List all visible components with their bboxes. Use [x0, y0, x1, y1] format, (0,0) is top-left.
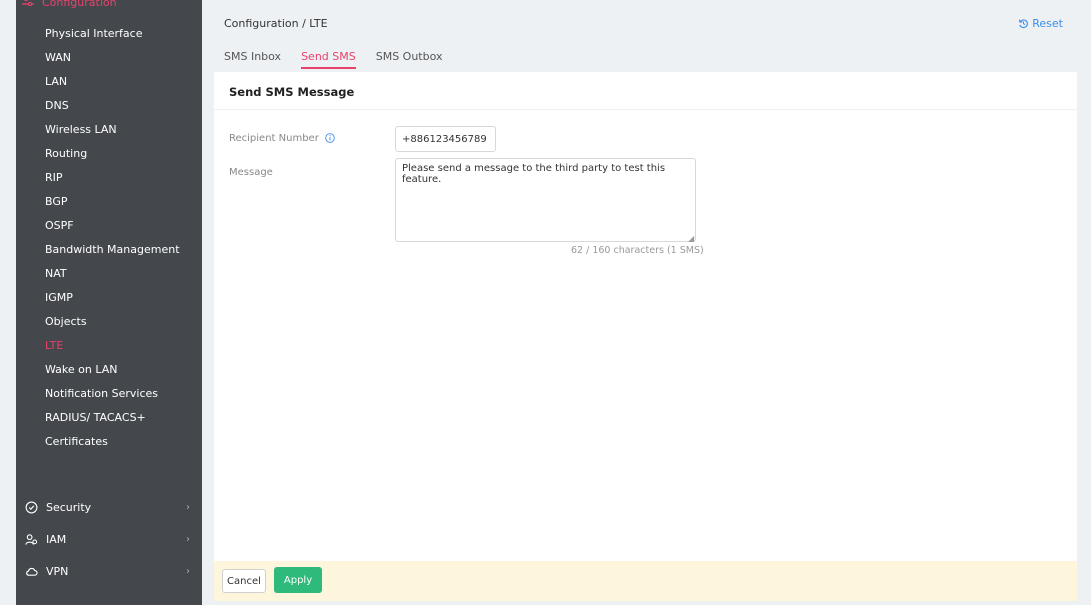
apply-button[interactable]: Apply: [274, 567, 322, 593]
sidebar-item-bgp[interactable]: BGP: [16, 190, 202, 214]
cancel-button[interactable]: Cancel: [222, 569, 266, 593]
divider: [214, 109, 1077, 110]
sliders-icon: [22, 0, 34, 7]
sidebar-section-label: Configuration: [42, 0, 117, 9]
page-header: Configuration / LTE Reset SMS Inbox Send…: [214, 0, 1077, 70]
reset-label: Reset: [1032, 17, 1063, 30]
chevron-right-icon: ›: [186, 534, 190, 545]
sidebar-item-lte[interactable]: LTE: [16, 334, 202, 358]
sidebar-item-lan[interactable]: LAN: [16, 70, 202, 94]
sidebar-item-rip[interactable]: RIP: [16, 166, 202, 190]
message-textarea[interactable]: Please send a message to the third party…: [395, 158, 696, 242]
users-icon: [25, 533, 38, 545]
sidebar-item-igmp[interactable]: IGMP: [16, 286, 202, 310]
character-count: 62 / 160 characters (1 SMS): [571, 245, 704, 256]
tab-sms-outbox[interactable]: SMS Outbox: [376, 50, 443, 69]
sidebar-section-label: VPN: [46, 564, 69, 578]
sidebar-item-routing[interactable]: Routing: [16, 142, 202, 166]
sidebar-submenu: Physical Interface WAN LAN DNS Wireless …: [16, 22, 202, 454]
sidebar-item-objects[interactable]: Objects: [16, 310, 202, 334]
tab-sms-inbox[interactable]: SMS Inbox: [224, 50, 281, 69]
info-icon[interactable]: [325, 133, 335, 143]
sidebar-item-notification-services[interactable]: Notification Services: [16, 382, 202, 406]
sidebar-item-ospf[interactable]: OSPF: [16, 214, 202, 238]
chevron-right-icon: ›: [186, 566, 190, 577]
sidebar: Configuration Physical Interface WAN LAN…: [16, 0, 202, 605]
sidebar-section-configuration[interactable]: Configuration: [16, 0, 202, 18]
recipient-number-label: Recipient Number: [229, 133, 335, 144]
action-footer: Cancel Apply: [214, 561, 1077, 601]
cloud-icon: [26, 567, 38, 576]
sidebar-item-radius-tacacs[interactable]: RADIUS/ TACACS+: [16, 406, 202, 430]
sidebar-section-security[interactable]: Security ›: [16, 491, 202, 523]
sidebar-item-wake-on-lan[interactable]: Wake on LAN: [16, 358, 202, 382]
recipient-number-label-text: Recipient Number: [229, 133, 319, 144]
sidebar-item-wan[interactable]: WAN: [16, 46, 202, 70]
sidebar-section-iam[interactable]: IAM ›: [16, 523, 202, 555]
sidebar-item-nat[interactable]: NAT: [16, 262, 202, 286]
resize-handle-icon[interactable]: ◢: [688, 234, 694, 243]
main-content: Configuration / LTE Reset SMS Inbox Send…: [214, 0, 1091, 605]
breadcrumb: Configuration / LTE: [224, 17, 328, 30]
sidebar-item-bandwidth-management[interactable]: Bandwidth Management: [16, 238, 202, 262]
panel-title: Send SMS Message: [229, 85, 355, 99]
recipient-number-input[interactable]: [395, 126, 496, 152]
tab-bar: SMS Inbox Send SMS SMS Outbox: [224, 50, 463, 69]
sidebar-item-dns[interactable]: DNS: [16, 94, 202, 118]
sidebar-section-label: IAM: [46, 532, 67, 546]
send-sms-panel: Send SMS Message Recipient Number Messag…: [214, 72, 1077, 561]
sidebar-section-vpn[interactable]: VPN ›: [16, 555, 202, 587]
message-label: Message: [229, 167, 273, 178]
chevron-right-icon: ›: [186, 502, 190, 513]
sidebar-section-label: Security: [46, 500, 92, 514]
sidebar-item-certificates[interactable]: Certificates: [16, 430, 202, 454]
sidebar-item-wireless-lan[interactable]: Wireless LAN: [16, 118, 202, 142]
shield-icon: [25, 501, 38, 513]
reset-button[interactable]: Reset: [1018, 17, 1063, 30]
sidebar-item-physical-interface[interactable]: Physical Interface: [16, 22, 202, 46]
tab-send-sms[interactable]: Send SMS: [301, 50, 356, 69]
reset-icon: [1019, 19, 1029, 29]
